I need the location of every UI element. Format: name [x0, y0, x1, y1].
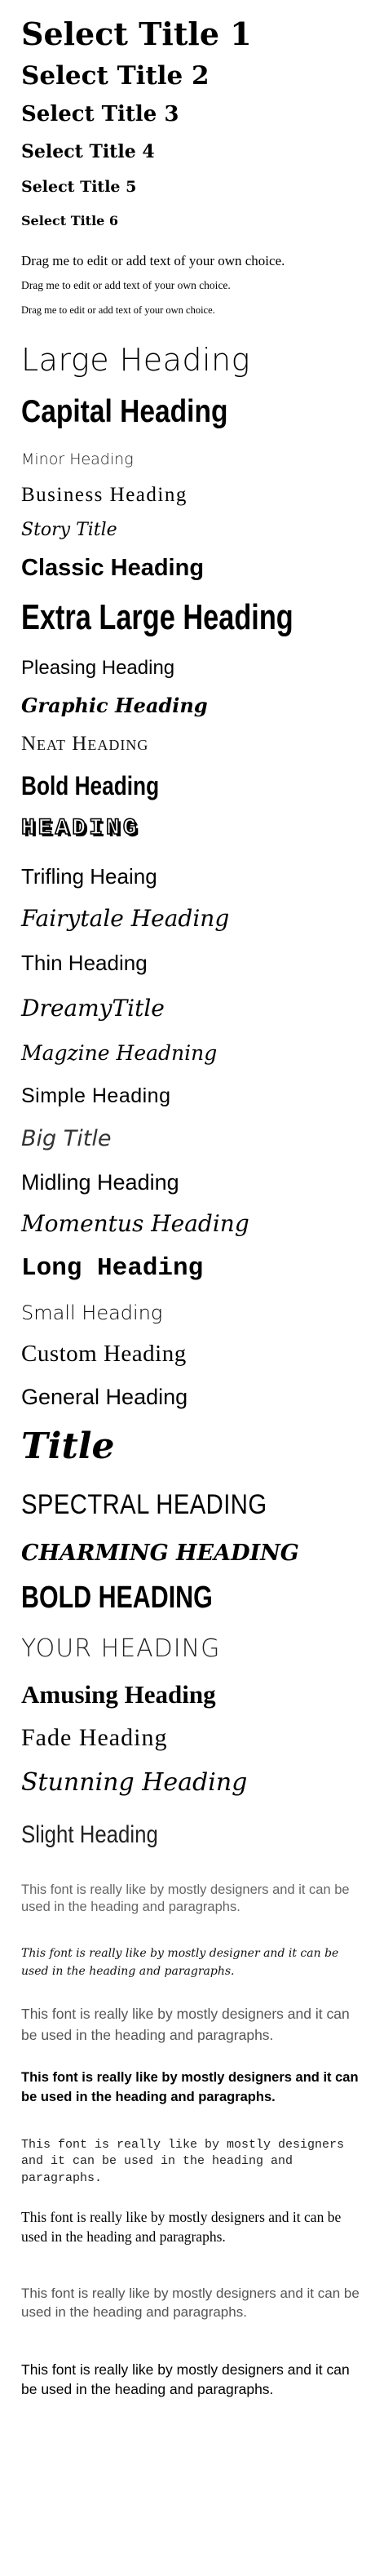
- heading-story-title[interactable]: Story Title: [21, 520, 365, 540]
- heading-business[interactable]: Business Heading: [21, 484, 365, 508]
- heading-spectral[interactable]: SPECTRAL HEADING: [21, 1489, 317, 1521]
- paragraph-sample-1[interactable]: This font is really like by mostly desig…: [21, 1882, 365, 1917]
- heading-amusing[interactable]: Amusing Heading: [21, 1680, 365, 1709]
- heading-extra-large[interactable]: Extra Large Heading: [21, 597, 293, 639]
- select-title-3[interactable]: Select Title 3: [21, 102, 365, 127]
- typography-showcase-page: Select Title 1 Select Title 2 Select Tit…: [0, 0, 375, 2576]
- heading-charming[interactable]: CHARMING HEADING: [21, 1541, 365, 1566]
- heading-pleasing[interactable]: Pleasing Heading: [21, 657, 365, 680]
- drag-text-large[interactable]: Drag me to edit or add text of your own …: [21, 253, 365, 269]
- heading-graphic[interactable]: Graphic Heading: [21, 694, 365, 717]
- heading-dreamy-title[interactable]: DreamyTitle: [21, 995, 365, 1022]
- drag-text-small[interactable]: Drag me to edit or add text of your own …: [21, 304, 365, 316]
- select-title-4[interactable]: Select Title 4: [21, 141, 365, 162]
- heading-midling[interactable]: Midling Heading: [21, 1170, 365, 1195]
- select-title-2[interactable]: Select Title 2: [21, 61, 365, 91]
- heading-classic[interactable]: Classic Heading: [21, 555, 365, 582]
- heading-minor[interactable]: Minor Heading: [21, 450, 365, 469]
- heading-slight[interactable]: Slight Heading: [21, 1821, 317, 1850]
- heading-outlined[interactable]: HEADING: [20, 815, 365, 842]
- paragraph-sample-2[interactable]: This font is really like by mostly desig…: [21, 1944, 365, 1981]
- drag-text-medium[interactable]: Drag me to edit or add text of your own …: [21, 279, 365, 292]
- heading-big-title[interactable]: Big Title: [21, 1126, 365, 1151]
- heading-capital[interactable]: Capital Heading: [21, 394, 317, 431]
- paragraph-sample-4[interactable]: This font is really like by mostly desig…: [21, 2068, 365, 2108]
- heading-stunning[interactable]: Stunning Heading: [21, 1768, 365, 1798]
- heading-title[interactable]: Title: [21, 1425, 365, 1468]
- heading-fade[interactable]: Fade Heading: [21, 1724, 365, 1753]
- heading-momentus[interactable]: Momentus Heading: [21, 1210, 365, 1237]
- select-title-5[interactable]: Select Title 5: [21, 178, 365, 197]
- heading-bold-caps[interactable]: BOLD HEADING: [21, 1581, 297, 1616]
- heading-large[interactable]: Large Heading: [21, 342, 365, 379]
- heading-fairytale[interactable]: Fairytale Heading: [21, 905, 365, 932]
- heading-neat[interactable]: Neat Heading: [21, 733, 365, 756]
- heading-general[interactable]: General Heading: [21, 1385, 365, 1410]
- heading-bold[interactable]: Bold Heading: [21, 771, 303, 801]
- heading-long[interactable]: Long Heading: [21, 1254, 365, 1284]
- heading-custom[interactable]: Custom Heading: [21, 1341, 365, 1368]
- heading-magzine[interactable]: Magzine Headning: [21, 1041, 365, 1066]
- heading-small[interactable]: Small Heading: [21, 1301, 365, 1325]
- heading-thin[interactable]: Thin Heading: [21, 951, 365, 976]
- heading-trifling[interactable]: Trifling Heaing: [21, 864, 365, 889]
- select-title-6[interactable]: Select Title 6: [21, 213, 365, 228]
- paragraph-sample-3[interactable]: This font is really like by mostly desig…: [21, 2003, 365, 2046]
- paragraph-sample-5[interactable]: This font is really like by mostly desig…: [21, 2137, 365, 2187]
- heading-simple[interactable]: Simple Heading: [21, 1084, 365, 1108]
- paragraph-sample-7[interactable]: This font is really like by mostly desig…: [21, 2285, 365, 2322]
- select-title-1[interactable]: Select Title 1: [21, 16, 365, 52]
- paragraph-sample-6[interactable]: This font is really like by mostly desig…: [21, 2208, 365, 2246]
- paragraph-sample-8[interactable]: This font is really like by mostly desig…: [21, 2361, 365, 2399]
- heading-your[interactable]: YOUR HEADING: [21, 1634, 365, 1664]
